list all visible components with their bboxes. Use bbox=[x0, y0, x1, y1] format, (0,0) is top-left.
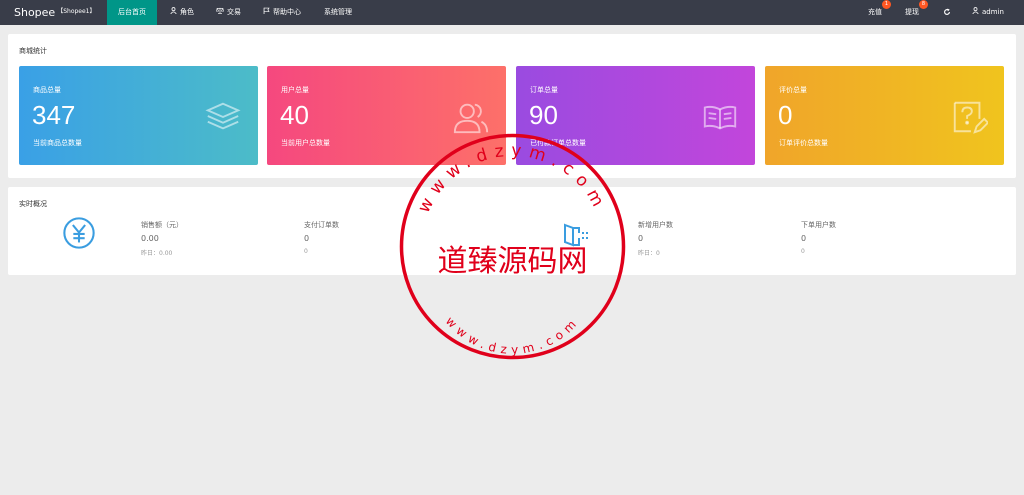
stats-title: 商城统计 bbox=[19, 47, 47, 55]
users-icon bbox=[452, 98, 490, 136]
comment-edit-icon bbox=[950, 98, 990, 136]
recharge-button[interactable]: 充值 1 bbox=[858, 0, 892, 25]
stat-desc: 当前用户总数量 bbox=[281, 139, 330, 147]
stat-desc: 当前商品总数量 bbox=[33, 139, 82, 147]
stat-card-users[interactable]: 用户总量 40 当前用户总数量 bbox=[267, 66, 506, 165]
user-icon bbox=[170, 0, 177, 25]
watermark-url-bottom: www.dzym.com bbox=[443, 314, 577, 357]
new-users-value: 0 bbox=[638, 234, 644, 243]
scale-icon bbox=[215, 0, 225, 25]
nav-help[interactable]: 帮助中心 bbox=[253, 0, 311, 25]
order-users-stat: 下单用户数 0 0 bbox=[801, 220, 836, 255]
stats-panel: 商城统计 商品总量 347 当前商品总数量 用户总量 40 当前用户总数量 订单… bbox=[8, 34, 1016, 178]
withdraw-badge: 8 bbox=[919, 0, 928, 9]
stat-desc: 订单评价总数量 bbox=[779, 139, 828, 147]
withdraw-label: 提现 bbox=[905, 8, 919, 16]
order-users-value: 0 bbox=[801, 234, 807, 243]
sales-stat: 销售额（元） 0.00 昨日：0.00 bbox=[141, 220, 183, 257]
layers-icon bbox=[204, 98, 242, 136]
sales-yesterday: 昨日：0.00 bbox=[141, 250, 173, 257]
nav-help-label: 帮助中心 bbox=[273, 8, 301, 16]
nav-system[interactable]: 系统管理 bbox=[314, 0, 362, 25]
stat-label: 评价总量 bbox=[779, 86, 807, 94]
nav-home-label: 后台首页 bbox=[118, 8, 146, 16]
stat-card-orders[interactable]: 订单总量 90 已付款订单总数量 bbox=[516, 66, 755, 165]
user-icon bbox=[972, 0, 979, 25]
paid-orders-label: 支付订单数 bbox=[304, 221, 339, 229]
stat-value: 40 bbox=[280, 100, 309, 130]
nav-roles-label: 角色 bbox=[180, 8, 194, 16]
stat-card-reviews[interactable]: 评价总量 0 订单评价总数量 bbox=[765, 66, 1004, 165]
nav-system-label: 系统管理 bbox=[324, 8, 352, 16]
paid-orders-value: 0 bbox=[304, 234, 310, 243]
book-icon bbox=[701, 98, 739, 136]
admin-name: admin bbox=[982, 8, 1004, 16]
brand-sub: 【Shopee1】 bbox=[57, 8, 96, 15]
admin-menu[interactable]: admin bbox=[962, 0, 1014, 25]
stat-value: 0 bbox=[778, 100, 793, 130]
nav-roles[interactable]: 角色 bbox=[160, 0, 204, 25]
new-users-stat: 新增用户数 0 昨日：0 bbox=[638, 220, 673, 257]
stat-value: 347 bbox=[32, 100, 76, 130]
new-users-label: 新增用户数 bbox=[638, 221, 673, 229]
recharge-badge: 1 bbox=[882, 0, 891, 9]
stat-card-products[interactable]: 商品总量 347 当前商品总数量 bbox=[19, 66, 258, 165]
stat-label: 用户总量 bbox=[281, 86, 309, 94]
withdraw-button[interactable]: 提现 8 bbox=[895, 0, 929, 25]
nav-home[interactable]: 后台首页 bbox=[107, 0, 157, 25]
nav-trade-label: 交易 bbox=[227, 8, 241, 16]
stat-label: 商品总量 bbox=[33, 86, 61, 94]
new-user-icon bbox=[563, 223, 589, 251]
sales-value: 0.00 bbox=[141, 234, 159, 243]
paid-orders-stat: 支付订单数 0 0 bbox=[304, 220, 339, 255]
brand-name: Shopee bbox=[14, 6, 56, 19]
brand-logo[interactable]: Shopee 【Shopee1】 bbox=[14, 0, 96, 25]
realtime-title: 实时概况 bbox=[19, 200, 47, 208]
yen-icon bbox=[62, 216, 96, 254]
order-users-label: 下单用户数 bbox=[801, 221, 836, 229]
realtime-panel: 实时概况 销售额（元） 0.00 昨日：0.00 支付订单数 0 0 新增用户数… bbox=[8, 187, 1016, 275]
svg-text:www.dzym.com: www.dzym.com bbox=[443, 314, 582, 357]
refresh-icon bbox=[943, 8, 951, 16]
stat-desc: 已付款订单总数量 bbox=[530, 139, 586, 147]
recharge-label: 充值 bbox=[868, 8, 882, 16]
sales-label: 销售额（元） bbox=[141, 221, 183, 229]
stat-label: 订单总量 bbox=[530, 86, 558, 94]
stat-value: 90 bbox=[529, 100, 558, 130]
paid-orders-yesterday: 0 bbox=[304, 248, 308, 255]
order-users-yesterday: 0 bbox=[801, 248, 805, 255]
refresh-button[interactable] bbox=[933, 0, 961, 25]
nav-trade[interactable]: 交易 bbox=[206, 0, 251, 25]
top-navbar: Shopee 【Shopee1】 后台首页 角色 交易 帮助中心 系统管理 充值 … bbox=[0, 0, 1024, 25]
new-users-yesterday: 昨日：0 bbox=[638, 250, 660, 257]
flag-icon bbox=[263, 0, 270, 25]
